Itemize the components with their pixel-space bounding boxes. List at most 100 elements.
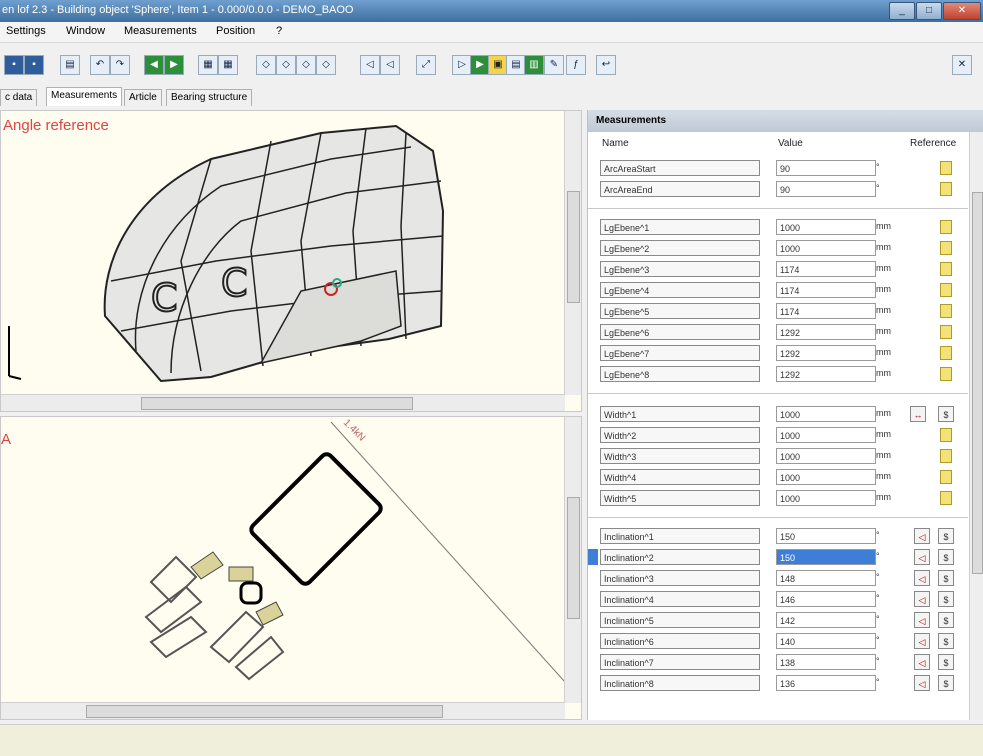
undo-icon[interactable]: ↶ [90, 55, 110, 75]
viewport-3d[interactable]: Angle reference C C [0, 110, 582, 412]
viewport-2d-vscroll[interactable] [564, 417, 581, 703]
measurement-value[interactable]: 1292 [776, 345, 876, 361]
width-edit-button[interactable]: ↔ [910, 406, 926, 422]
reference-icon[interactable] [940, 325, 952, 339]
reference-icon[interactable] [940, 304, 952, 318]
save-all-icon[interactable]: ▪ [24, 55, 44, 75]
measurements-scrollbar[interactable] [969, 132, 983, 720]
reference-toggle-button[interactable]: $ [938, 633, 954, 649]
measurement-value[interactable]: 1000 [776, 406, 876, 422]
inclination-arrow-button[interactable]: ◁ [914, 675, 930, 691]
measurement-value[interactable]: 90 [776, 160, 876, 176]
viewport-3d-vscroll[interactable] [564, 111, 581, 395]
reference-icon[interactable] [940, 161, 952, 175]
menu-help[interactable]: ? [276, 25, 282, 37]
inclination-arrow-button[interactable]: ◁ [914, 654, 930, 670]
reference-toggle-button[interactable]: $ [938, 549, 954, 565]
menu-window[interactable]: Window [66, 25, 105, 37]
edit-icon[interactable]: ✎ [544, 55, 564, 75]
measurement-value[interactable]: 136 [776, 675, 876, 691]
measurement-value[interactable]: 1174 [776, 282, 876, 298]
reference-icon[interactable] [940, 220, 952, 234]
reference-icon[interactable] [940, 428, 952, 442]
reference-icon[interactable] [940, 241, 952, 255]
tab-measurements[interactable]: Measurements [46, 87, 123, 106]
view-top-icon[interactable]: ◇ [256, 55, 276, 75]
rotate-right-icon[interactable]: ▶ [164, 55, 184, 75]
reference-icon[interactable] [940, 449, 952, 463]
reference-icon[interactable] [940, 262, 952, 276]
zoom-out-icon[interactable]: ◁ [360, 55, 380, 75]
reference-toggle-button[interactable]: $ [938, 675, 954, 691]
inclination-arrow-button[interactable]: ◁ [914, 570, 930, 586]
measurement-value[interactable]: 1000 [776, 490, 876, 506]
redo-icon[interactable]: ↷ [110, 55, 130, 75]
inclination-arrow-button[interactable]: ◁ [914, 633, 930, 649]
fit-icon[interactable]: ⤢ [416, 55, 436, 75]
reference-toggle-button[interactable]: $ [938, 591, 954, 607]
close-doc-button[interactable]: ✕ [952, 55, 972, 75]
view-iso3-icon[interactable]: ◇ [316, 55, 336, 75]
reference-icon[interactable] [940, 283, 952, 297]
function-icon[interactable]: ƒ [566, 55, 586, 75]
tab-basic-data[interactable]: c data [0, 89, 38, 106]
reference-icon[interactable] [940, 470, 952, 484]
print-icon[interactable]: ▤ [60, 55, 80, 75]
inclination-arrow-button[interactable]: ◁ [914, 591, 930, 607]
measurement-value[interactable]: 138 [776, 654, 876, 670]
calculate-icon[interactable]: ▣ [488, 55, 508, 75]
view-side-icon[interactable]: ▦ [218, 55, 238, 75]
reference-toggle-button[interactable]: $ [938, 654, 954, 670]
rotate-left-icon[interactable]: ◀ [144, 55, 164, 75]
viewport-3d-hscroll[interactable] [1, 394, 565, 411]
reference-icon[interactable] [940, 491, 952, 505]
maximize-button[interactable]: □ [916, 2, 942, 20]
view-front-icon[interactable]: ▦ [198, 55, 218, 75]
view-iso2-icon[interactable]: ◇ [296, 55, 316, 75]
measurement-value[interactable]: 1292 [776, 324, 876, 340]
tab-article[interactable]: Article [124, 89, 162, 106]
tab-bearing-structure[interactable]: Bearing structure [166, 89, 253, 106]
menu-measurements[interactable]: Measurements [124, 25, 197, 37]
measurement-value[interactable]: 1174 [776, 261, 876, 277]
measurement-value[interactable]: 150 [776, 549, 876, 565]
chart-icon[interactable]: ▤ [506, 55, 526, 75]
inclination-arrow-button[interactable]: ◁ [914, 528, 930, 544]
menu-settings[interactable]: Settings [6, 25, 46, 37]
measurement-value[interactable]: 140 [776, 633, 876, 649]
measurement-value[interactable]: 1000 [776, 448, 876, 464]
minimize-button[interactable]: _ [889, 2, 915, 20]
view-iso-icon[interactable]: ◇ [276, 55, 296, 75]
reference-toggle-button[interactable]: $ [938, 612, 954, 628]
run-icon[interactable]: ▶ [470, 55, 490, 75]
close-button[interactable]: ✕ [943, 2, 981, 20]
measurement-value[interactable]: 142 [776, 612, 876, 628]
measurement-value[interactable]: 1174 [776, 303, 876, 319]
inclination-arrow-button[interactable]: ◁ [914, 549, 930, 565]
measurement-name: Inclination^8 [600, 675, 760, 691]
reference-toggle-button[interactable]: $ [938, 528, 954, 544]
measurement-value[interactable]: 1000 [776, 427, 876, 443]
zoom-in-icon[interactable]: ◁ [380, 55, 400, 75]
reference-toggle-button[interactable]: $ [938, 406, 954, 422]
export-icon[interactable]: ▥ [524, 55, 544, 75]
measurement-value[interactable]: 90 [776, 181, 876, 197]
measurement-value[interactable]: 148 [776, 570, 876, 586]
save-icon[interactable]: ▪ [4, 55, 24, 75]
viewport-2d-hscroll[interactable] [1, 702, 565, 719]
measurement-value[interactable]: 1000 [776, 469, 876, 485]
reference-icon[interactable] [940, 182, 952, 196]
measurement-value[interactable]: 1000 [776, 219, 876, 235]
viewport-2d[interactable]: A 1.4kN [0, 416, 582, 720]
reference-toggle-button[interactable]: $ [938, 570, 954, 586]
measurement-value[interactable]: 1292 [776, 366, 876, 382]
inclination-arrow-button[interactable]: ◁ [914, 612, 930, 628]
measurement-value[interactable]: 1000 [776, 240, 876, 256]
menu-position[interactable]: Position [216, 25, 255, 37]
arrow-back-icon[interactable]: ↩ [596, 55, 616, 75]
play-icon[interactable]: ▷ [452, 55, 472, 75]
reference-icon[interactable] [940, 346, 952, 360]
measurement-value[interactable]: 150 [776, 528, 876, 544]
reference-icon[interactable] [940, 367, 952, 381]
measurement-value[interactable]: 146 [776, 591, 876, 607]
